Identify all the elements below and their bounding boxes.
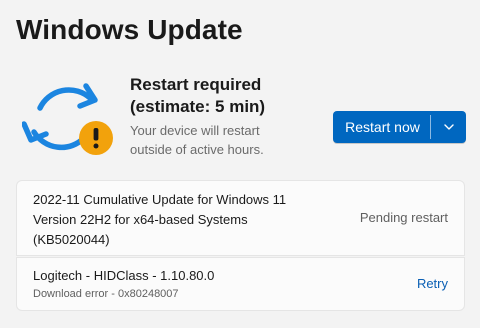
status-description-line: outside of active hours. [130, 142, 264, 157]
update-error-text: Download error - 0x80248007 [33, 288, 179, 300]
update-item: 2022-11 Cumulative Update for Windows 11… [16, 180, 465, 256]
sync-arrows-icon [21, 83, 113, 155]
restart-now-button[interactable]: Restart now [333, 111, 430, 143]
update-name-line: Version 22H2 for x64-based Systems [33, 212, 248, 227]
restart-split-button[interactable]: Restart now [333, 111, 466, 143]
status-description: Your device will restart outside of acti… [130, 121, 340, 159]
status-heading-line: Restart required [130, 75, 262, 94]
chevron-down-icon [443, 124, 454, 130]
update-name: 2022-11 Cumulative Update for Windows 11… [33, 190, 323, 250]
status-heading: Restart required (estimate: 5 min) [130, 74, 340, 118]
update-status: Pending restart [359, 210, 448, 225]
retry-button[interactable]: Retry [417, 276, 448, 291]
page-title: Windows Update [16, 14, 243, 45]
status-description-line: Your device will restart [130, 123, 260, 138]
warning-icon [79, 121, 113, 155]
update-item: Logitech - HIDClass - 1.10.80.0 Download… [16, 257, 465, 311]
update-name-line: 2022-11 Cumulative Update for Windows 11 [33, 192, 287, 207]
restart-options-button[interactable] [431, 111, 466, 143]
update-name-line: (KB5020044) [33, 232, 110, 247]
status-panel: Restart required (estimate: 5 min) Your … [130, 74, 340, 159]
update-name: Logitech - HIDClass - 1.10.80.0 [33, 268, 215, 283]
sync-status-icon [21, 78, 118, 162]
status-estimate-line: (estimate: 5 min) [130, 97, 266, 116]
